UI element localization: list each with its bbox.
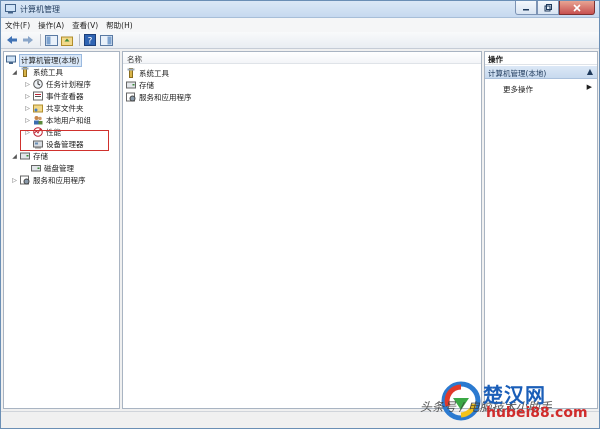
column-header-label: 名称 [127,55,142,64]
tree-item-label: 任务计划程序 [46,79,91,89]
tree-item-system-tools[interactable]: ◢ 系统工具 [11,66,63,78]
actions-pane: 操作 计算机管理(本地) ▲ 更多操作 ▶ [484,51,598,409]
console-tree-pane[interactable]: 计算机管理(本地) ◢ 系统工具 ▷ 任务计划程序 ▷ 事件查看器 ▷ 共享文件… [3,51,120,409]
expand-arrow-icon[interactable]: ▷ [24,81,31,88]
submenu-arrow-icon: ▶ [586,83,592,91]
tree-item-label: 系统工具 [33,67,63,77]
expand-arrow-icon[interactable]: ▷ [24,117,31,124]
list-item[interactable]: 存储 [126,79,154,91]
shared-folder-icon [33,104,43,113]
expand-arrow-icon[interactable]: ▷ [24,105,31,112]
watermark-brand: 楚汉网 [483,383,546,407]
show-hide-tree-button[interactable] [44,34,58,47]
tree-item-shared-folders[interactable]: ▷ 共享文件夹 [24,102,84,114]
restore-icon [544,3,552,11]
expand-arrow-icon[interactable]: ▷ [11,177,18,184]
services-icon [20,175,30,185]
tree-item-label: 计算机管理(本地) [19,53,83,67]
tree-item-storage[interactable]: ◢ 存储 [11,150,48,162]
collapse-arrow-icon[interactable]: ◢ [11,69,18,76]
users-icon [34,116,43,125]
list-item-label: 服务和应用程序 [139,92,192,102]
storage-icon [126,81,136,89]
column-header-name[interactable]: 名称 [123,52,481,64]
window-controls [515,1,595,16]
folder-up-icon [61,36,73,46]
menu-help[interactable]: 帮助(H) [106,20,133,31]
up-level-button[interactable] [60,34,74,47]
back-arrow-icon [7,36,17,44]
tree-item-event-viewer[interactable]: ▷ 事件查看器 [24,90,84,102]
actions-section-label: 计算机管理(本地) [488,69,547,78]
computer-management-window: 计算机管理 文件(F) 操作(A) 查看(V) 帮助(H) ? 计算机管理(本地… [0,0,600,429]
toolbar: ? [1,32,599,49]
tree-item-label: 事件查看器 [46,91,84,101]
menu-file[interactable]: 文件(F) [5,20,30,31]
actions-section-header[interactable]: 计算机管理(本地) ▲ [485,66,597,79]
tree-item-local-users[interactable]: ▷ 本地用户和组 [24,114,91,126]
more-actions-label: 更多操作 [503,85,533,94]
close-icon [573,3,581,12]
collapse-arrow-icon[interactable]: ◢ [11,153,18,160]
menu-bar: 文件(F) 操作(A) 查看(V) 帮助(H) [1,18,599,32]
watermark-url: hubei88.com [486,405,588,421]
close-button[interactable] [559,1,595,15]
storage-icon [20,152,30,160]
back-button[interactable] [5,34,19,47]
tools-icon [127,68,135,78]
collapse-up-icon[interactable]: ▲ [587,67,593,76]
details-pane[interactable]: 名称 系统工具 存储 服务和应用程序 [122,51,482,409]
tree-item-services-apps[interactable]: ▷ 服务和应用程序 [11,174,86,186]
window-title: 计算机管理 [20,5,60,14]
list-item-label: 存储 [139,80,154,90]
help-icon: ? [84,34,96,46]
console-tree-icon [44,34,58,46]
forward-arrow-icon [23,36,33,44]
actions-header: 操作 [485,52,597,65]
tree-item-label: 存储 [33,151,48,161]
tools-icon [21,67,29,77]
device-manager-highlight [20,130,109,151]
event-log-icon [33,91,43,101]
toolbar-separator [40,34,41,46]
action-pane-icon [99,34,113,46]
list-item[interactable]: 系统工具 [126,67,169,79]
menu-action[interactable]: 操作(A) [38,20,64,31]
tree-item-label: 共享文件夹 [46,103,84,113]
forward-button[interactable] [21,34,35,47]
services-icon [126,92,136,102]
list-item-label: 系统工具 [139,68,169,78]
tree-item-label: 本地用户和组 [46,115,91,125]
maximize-button[interactable] [537,1,559,15]
tree-item-task-scheduler[interactable]: ▷ 任务计划程序 [24,78,91,90]
actions-title: 操作 [488,55,503,64]
svg-text:?: ? [88,37,93,47]
toolbar-separator [79,34,80,46]
tree-item-root[interactable]: 计算机管理(本地) [6,53,83,67]
disk-icon [31,165,41,172]
tree-item-disk-management[interactable]: 磁盘管理 [31,162,74,174]
more-actions-item[interactable]: 更多操作 ▶ [485,82,597,95]
list-item[interactable]: 服务和应用程序 [126,91,192,103]
title-bar: 计算机管理 [1,1,599,18]
tree-item-label: 磁盘管理 [44,163,74,173]
tree-item-label: 服务和应用程序 [33,175,86,185]
menu-view[interactable]: 查看(V) [72,20,98,31]
minimize-button[interactable] [515,1,537,15]
clock-icon [33,79,43,89]
computer-management-icon [5,4,16,14]
minimize-icon [523,8,529,10]
help-button[interactable]: ? [83,34,97,47]
expand-arrow-icon[interactable]: ▷ [24,93,31,100]
computer-management-icon [6,55,16,64]
show-hide-action-pane-button[interactable] [99,34,113,47]
